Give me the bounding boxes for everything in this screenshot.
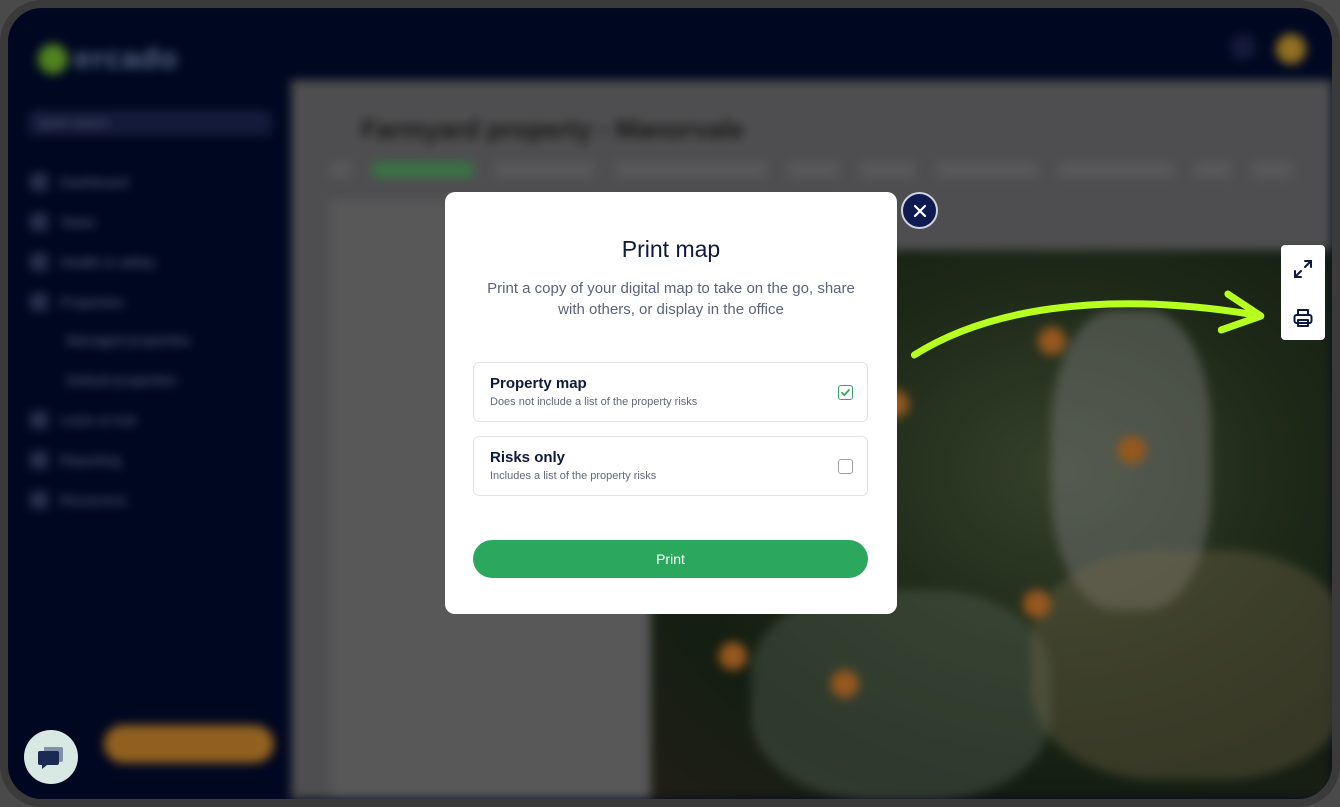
check-icon xyxy=(841,389,850,396)
close-icon xyxy=(913,204,926,217)
dialog-title: Print map xyxy=(621,236,721,262)
dialog-description: Print a copy of your digital map to take… xyxy=(487,280,855,318)
chat-icon xyxy=(38,747,63,769)
option-subtitle: Does not include a list of the property … xyxy=(490,396,698,408)
print-map-button[interactable] xyxy=(1281,296,1325,340)
fullscreen-button[interactable] xyxy=(1281,247,1325,291)
expand-icon xyxy=(1294,260,1312,278)
option-risks-only[interactable]: Risks only Includes a list of the proper… xyxy=(473,436,868,496)
risks-only-checkbox[interactable] xyxy=(838,459,853,474)
option-title: Property map xyxy=(490,375,587,392)
print-map-dialog: Print map Print a copy of your digital m… xyxy=(445,192,897,614)
print-button[interactable]: Print xyxy=(473,540,868,578)
chat-button[interactable] xyxy=(24,730,78,784)
printer-icon xyxy=(1293,309,1313,327)
map-tool-panel xyxy=(1281,245,1325,340)
option-title: Risks only xyxy=(490,449,566,466)
property-map-checkbox[interactable] xyxy=(838,385,853,400)
option-property-map[interactable]: Property map Does not include a list of … xyxy=(473,362,868,422)
annotation-arrow xyxy=(910,290,1265,359)
option-subtitle: Includes a list of the property risks xyxy=(490,470,657,482)
close-dialog-button[interactable] xyxy=(901,192,938,229)
